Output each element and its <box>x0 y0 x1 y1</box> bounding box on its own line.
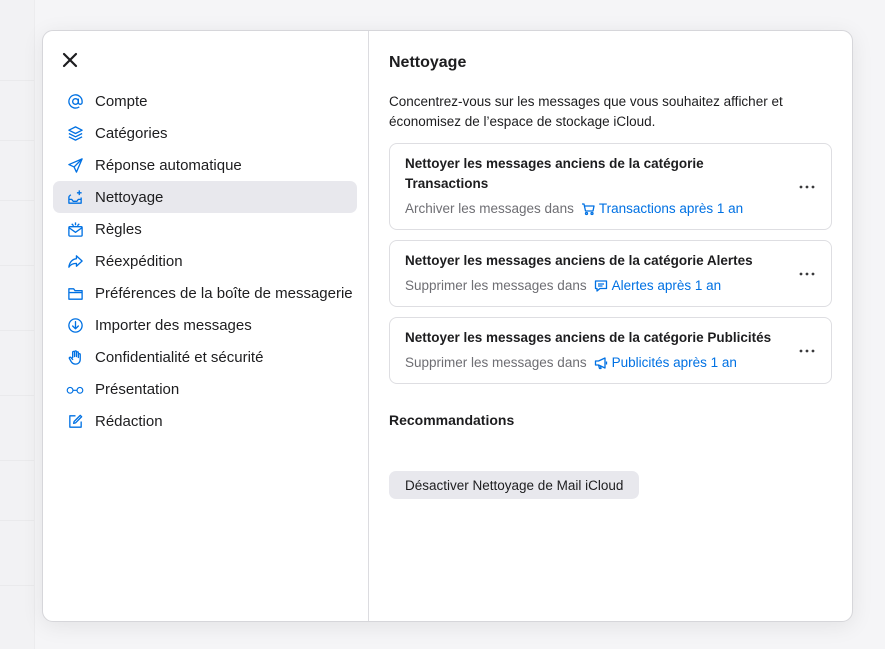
card-action-text: Supprimer les messages dans <box>405 355 587 370</box>
sidebar-item-nettoyage[interactable]: Nettoyage <box>53 181 357 213</box>
disable-cleanup-button[interactable]: Désactiver Nettoyage de Mail iCloud <box>389 471 640 499</box>
more-options-button[interactable] <box>795 177 819 197</box>
forward-arrow-icon <box>66 252 84 270</box>
more-options-button[interactable] <box>795 264 819 284</box>
settings-nav: Compte Catégories Réponse automatique Ne… <box>53 85 357 437</box>
sidebar-item-label: Confidentialité et sécurité <box>95 348 264 366</box>
import-circle-icon <box>66 316 84 334</box>
ellipsis-icon <box>799 349 815 353</box>
card-action-text: Archiver les messages dans <box>405 201 574 216</box>
sidebar-item-importer[interactable]: Importer des messages <box>53 309 357 341</box>
page-description: Concentrez-vous sur les messages que vou… <box>389 94 783 129</box>
card-subtitle: Supprimer les messages dans Alertes aprè… <box>405 278 721 293</box>
sidebar-item-label: Importer des messages <box>95 316 252 334</box>
megaphone-icon <box>594 356 607 369</box>
hand-icon <box>66 348 84 366</box>
category-link-label: Alertes après 1 an <box>611 278 722 293</box>
more-options-button[interactable] <box>795 341 819 361</box>
folder-icon <box>66 284 84 302</box>
sidebar-item-label: Règles <box>95 220 142 238</box>
background-sidebar <box>0 0 35 649</box>
card-title: Nettoyer les messages anciens de la caté… <box>405 330 772 345</box>
category-link-transactions[interactable]: Transactions après 1 an <box>581 201 743 216</box>
sidebar-item-label: Catégories <box>95 124 168 142</box>
paper-plane-icon <box>66 156 84 174</box>
card-title: Nettoyer les messages anciens de la caté… <box>405 156 704 191</box>
cleanup-card-alertes: Nettoyer les messages anciens de la caté… <box>389 240 832 307</box>
compose-icon <box>66 412 84 430</box>
sidebar-item-preferences-boite[interactable]: Préférences de la boîte de messagerie <box>53 277 357 309</box>
sidebar-item-compte[interactable]: Compte <box>53 85 357 117</box>
recommendations-heading: Recommandations <box>389 412 515 428</box>
sidebar-item-label: Rédaction <box>95 412 163 430</box>
category-link-alertes[interactable]: Alertes après 1 an <box>594 278 722 293</box>
cleanup-card-transactions: Nettoyer les messages anciens de la caté… <box>389 143 832 230</box>
ellipsis-icon <box>799 272 815 276</box>
cleanup-card-publicites: Nettoyer les messages anciens de la caté… <box>389 317 832 384</box>
ellipsis-icon <box>799 185 815 189</box>
category-link-label: Publicités après 1 an <box>611 355 737 370</box>
sidebar-item-label: Nettoyage <box>95 188 164 206</box>
sidebar-item-categories[interactable]: Catégories <box>53 117 357 149</box>
card-subtitle: Supprimer les messages dans Publicités a… <box>405 355 737 370</box>
sidebar-item-label: Préférences de la boîte de messagerie <box>95 284 353 302</box>
sidebar-item-label: Réponse automatique <box>95 156 242 174</box>
close-button[interactable] <box>57 47 83 73</box>
sidebar-item-regles[interactable]: Règles <box>53 213 357 245</box>
sidebar-item-label: Réexpédition <box>95 252 183 270</box>
category-link-label: Transactions après 1 an <box>598 201 744 216</box>
category-link-publicites[interactable]: Publicités après 1 an <box>594 355 737 370</box>
card-title: Nettoyer les messages anciens de la caté… <box>405 253 753 268</box>
mailbox-sparkle-icon <box>66 188 84 206</box>
sidebar-item-redaction[interactable]: Rédaction <box>53 405 357 437</box>
sidebar-item-confidentialite[interactable]: Confidentialité et sécurité <box>53 341 357 373</box>
message-bubble-icon <box>594 279 607 292</box>
card-action-text: Supprimer les messages dans <box>405 278 587 293</box>
glasses-icon <box>66 380 84 398</box>
sidebar-item-reponse-automatique[interactable]: Réponse automatique <box>53 149 357 181</box>
settings-sidebar: Compte Catégories Réponse automatique Ne… <box>43 31 369 621</box>
cart-icon <box>581 202 595 215</box>
sidebar-item-label: Compte <box>95 92 148 110</box>
at-icon <box>66 92 84 110</box>
card-subtitle: Archiver les messages dans Transactions … <box>405 201 743 216</box>
sidebar-item-presentation[interactable]: Présentation <box>53 373 357 405</box>
stack-icon <box>66 124 84 142</box>
envelope-rules-icon <box>66 220 84 238</box>
close-icon <box>62 52 78 68</box>
settings-dialog: Compte Catégories Réponse automatique Ne… <box>42 30 853 622</box>
page-title: Nettoyage <box>389 54 467 71</box>
sidebar-item-label: Présentation <box>95 380 180 398</box>
sidebar-item-reexpedition[interactable]: Réexpédition <box>53 245 357 277</box>
